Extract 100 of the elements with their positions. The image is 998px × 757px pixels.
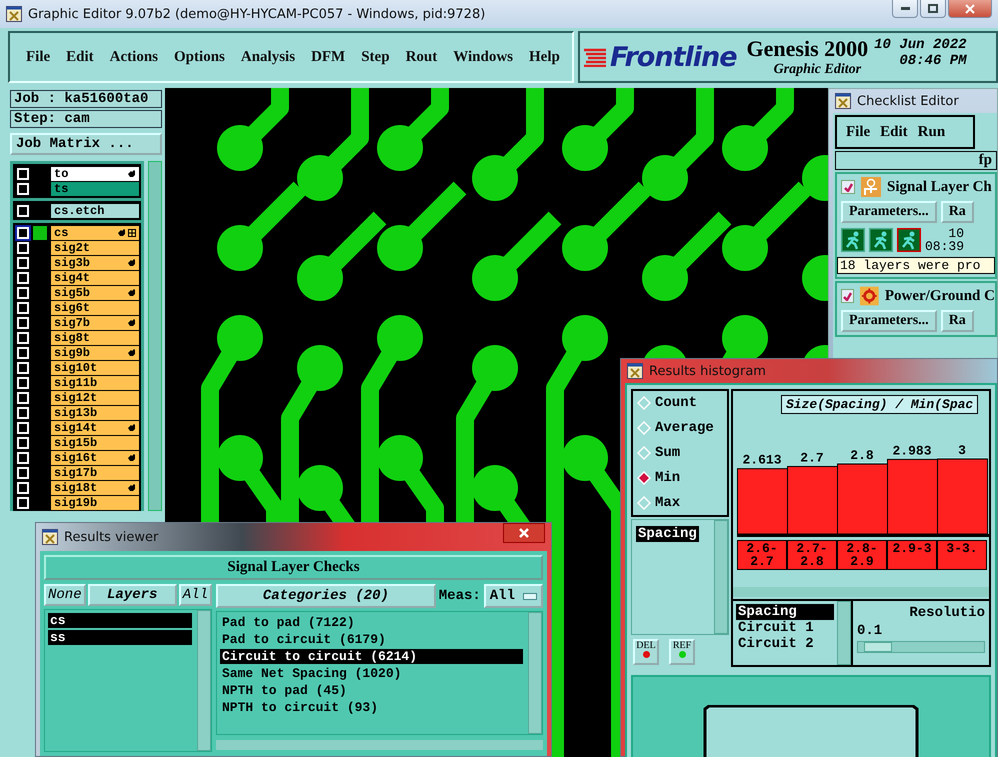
layer-checkbox[interactable] (15, 480, 31, 496)
layer-name[interactable]: sig13b (51, 406, 139, 420)
layer-checkbox[interactable] (15, 404, 31, 420)
mode-radio[interactable]: Sum (637, 445, 723, 461)
select-button[interactable]: None (44, 584, 86, 606)
layer-checkbox[interactable] (15, 450, 31, 466)
categories-button[interactable]: Categories (20) (216, 584, 436, 608)
meas-dropdown[interactable]: All (484, 584, 543, 608)
run-button[interactable]: Ra (940, 201, 974, 223)
layer-name[interactable]: sig18t (51, 480, 139, 494)
layer-item[interactable]: ss (48, 630, 192, 645)
measure-item[interactable]: Spacing (636, 526, 699, 542)
mode-radio[interactable]: Average (637, 420, 723, 436)
layer-checkbox[interactable] (15, 254, 31, 270)
menu-item[interactable]: Actions (102, 48, 166, 66)
layer-name[interactable]: sig5b (51, 286, 139, 300)
layer-checkbox[interactable] (15, 434, 31, 450)
field-item[interactable]: Circuit 2 (736, 636, 834, 652)
layer-name[interactable]: sig7b (51, 316, 139, 330)
parameters-button[interactable]: Parameters... (841, 201, 937, 223)
category-item[interactable]: Same Net Spacing (1020) (220, 666, 523, 681)
layers-button[interactable]: Layers (88, 584, 177, 606)
menu-item[interactable]: Edit (877, 124, 911, 140)
category-item[interactable]: Circuit to circuit (6214) (220, 649, 523, 664)
layer-name[interactable]: cs.etch (51, 204, 139, 218)
layer-name[interactable]: sig8t (51, 330, 139, 344)
layer-checkbox[interactable] (15, 330, 31, 346)
menu-item[interactable]: File (843, 124, 874, 140)
check-checkbox[interactable] (841, 180, 855, 194)
layer-checkbox[interactable] (15, 284, 31, 300)
layer-checkbox[interactable] (15, 344, 31, 360)
menu-item[interactable]: Analysis (232, 48, 304, 66)
scrollbar[interactable] (733, 587, 989, 597)
layer-checkbox[interactable] (15, 300, 31, 316)
close-button[interactable] (503, 523, 545, 543)
layer-checkbox[interactable] (15, 166, 31, 182)
menu-item[interactable]: Run (914, 124, 948, 140)
layer-name[interactable]: ts (51, 182, 139, 196)
layer-checkbox[interactable] (15, 224, 31, 240)
field-item[interactable]: Circuit 1 (736, 620, 834, 636)
layer-name[interactable]: sig4t (51, 270, 139, 284)
minimize-button[interactable] (892, 0, 918, 18)
layer-name[interactable]: sig9b (51, 346, 139, 360)
menu-item[interactable]: Edit (58, 48, 102, 66)
resolution-slider[interactable] (857, 641, 985, 653)
category-item[interactable]: Pad to circuit (6179) (220, 632, 523, 647)
layer-name[interactable]: sig14t (51, 420, 139, 434)
layer-name[interactable]: sig11b (51, 376, 139, 390)
layer-checkbox[interactable] (15, 180, 31, 196)
job-matrix-button[interactable]: Job Matrix ... (10, 133, 162, 155)
scrollbar[interactable] (197, 610, 211, 751)
menu-item[interactable]: Windows (445, 48, 521, 66)
layer-name[interactable]: sig2t (51, 240, 139, 254)
refresh-button[interactable]: REF (669, 639, 695, 665)
category-item[interactable]: NPTH to pad (45) (220, 683, 523, 698)
layer-name[interactable]: sig17b (51, 466, 139, 480)
layer-name[interactable]: sig19b (51, 496, 139, 510)
menu-item[interactable]: Rout (398, 48, 446, 66)
layer-checkbox[interactable] (15, 314, 31, 330)
mode-radio[interactable]: Max (637, 495, 723, 511)
layer-checkbox[interactable] (15, 360, 31, 376)
check-checkbox[interactable] (841, 289, 854, 303)
layer-name[interactable]: sig15b (51, 436, 139, 450)
maximize-button[interactable] (920, 0, 946, 18)
layer-name[interactable]: sig16t (51, 450, 139, 464)
mode-radio[interactable]: Min (637, 470, 723, 486)
runner-icon[interactable] (897, 228, 921, 252)
layer-name[interactable]: sig3b (51, 256, 139, 270)
layer-name[interactable]: to (51, 166, 139, 180)
menu-item[interactable]: File (18, 48, 58, 66)
layer-item[interactable]: cs (48, 613, 192, 628)
layer-checkbox[interactable] (15, 494, 31, 510)
layer-checkbox[interactable] (15, 464, 31, 480)
scrollbar[interactable] (216, 740, 543, 750)
layer-checkbox[interactable] (15, 390, 31, 406)
close-button[interactable] (948, 0, 992, 18)
layer-checkbox[interactable] (15, 202, 31, 218)
select-button[interactable]: All (178, 584, 212, 606)
scrollbar[interactable] (837, 601, 851, 665)
layer-checkbox[interactable] (15, 270, 31, 286)
menu-item[interactable]: Step (353, 48, 398, 66)
category-item[interactable]: NPTH to circuit (93) (220, 700, 523, 715)
runner-icon[interactable] (869, 228, 893, 252)
scrollbar[interactable] (528, 612, 542, 734)
delete-button[interactable]: DEL (633, 639, 659, 665)
layer-name[interactable]: sig12t (51, 390, 139, 404)
display-color-swatch[interactable] (33, 226, 47, 240)
scrollbar[interactable] (148, 161, 162, 511)
field-item[interactable]: Spacing (736, 604, 834, 620)
menu-item[interactable]: Help (521, 48, 568, 66)
layer-name[interactable]: sig6t (51, 300, 139, 314)
parameters-button[interactable]: Parameters... (841, 310, 937, 332)
layer-checkbox[interactable] (15, 240, 31, 256)
scrollbar[interactable] (714, 520, 728, 634)
layer-checkbox[interactable] (15, 420, 31, 436)
layer-checkbox[interactable] (15, 374, 31, 390)
category-item[interactable]: Pad to pad (7122) (220, 615, 523, 630)
run-button[interactable]: Ra (940, 310, 974, 332)
menu-item[interactable]: DFM (303, 48, 354, 66)
runner-icon[interactable] (841, 228, 865, 252)
